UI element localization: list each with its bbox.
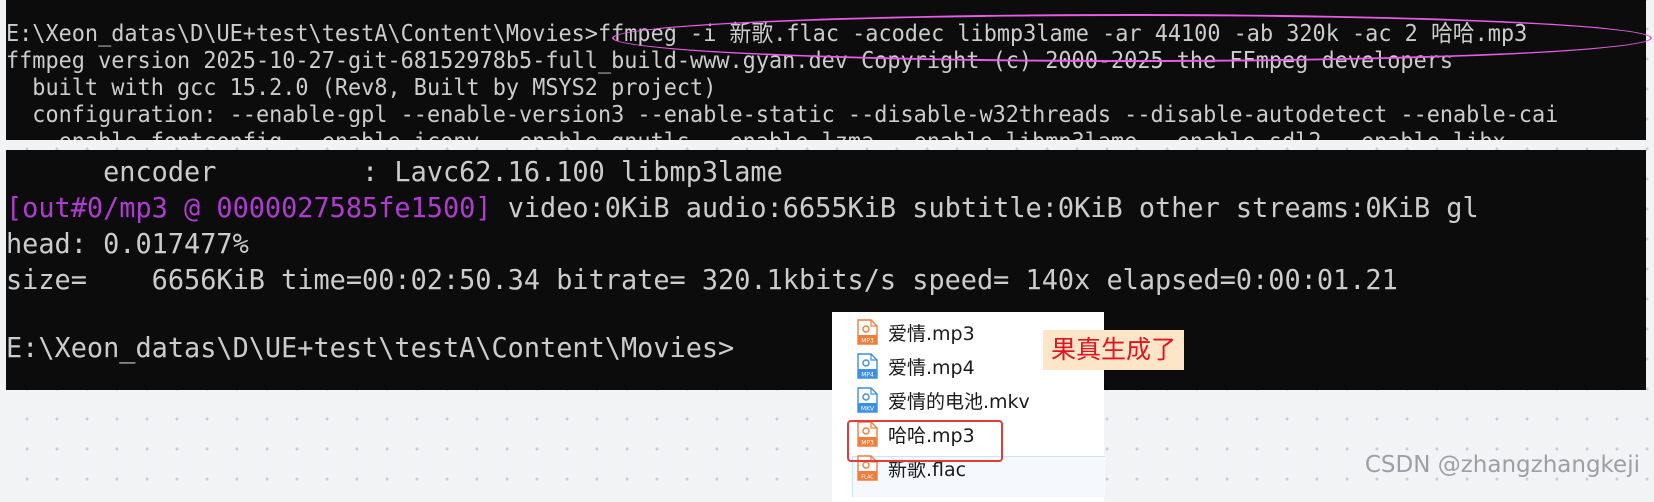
svg-text:MP3: MP3 xyxy=(861,440,874,447)
file-name: 爱情.mp3 xyxy=(888,322,975,345)
mp4-file-icon: MP4 xyxy=(856,353,878,379)
file-name: 爱情的电池.mkv xyxy=(888,390,1030,413)
configuration-line: configuration: --enable-gpl --enable-ver… xyxy=(6,102,1559,128)
version-line: ffmpeg version 2025-10-27-git-68152978b5… xyxy=(6,48,1454,74)
mp3-file-icon: MP3 xyxy=(856,421,878,447)
file-name: 哈哈.mp3 xyxy=(888,424,975,447)
output-tag: [out#0/mp3 @ 0000027585fe1500] xyxy=(6,191,492,224)
terminal-window-bottom: encoder : Lavc62.16.100 libmp3lame [out#… xyxy=(6,150,1646,390)
svg-text:MP3: MP3 xyxy=(861,338,874,345)
mkv-file-icon: MKV xyxy=(856,387,878,413)
svg-text:MKV: MKV xyxy=(861,406,875,413)
cutoff-line: --enable-fontconfig --enable-iconv --ena… xyxy=(6,128,1505,140)
size-line: size= 6656KiB time=00:02:50.34 bitrate= … xyxy=(6,263,1398,296)
command-line: E:\Xeon_datas\D\UE+test\testA\Content\Mo… xyxy=(6,21,1528,47)
watermark: CSDN @zhangzhangkeji xyxy=(1364,452,1640,478)
encoder-line: encoder : Lavc62.16.100 libmp3lame xyxy=(6,155,783,188)
file-item[interactable]: MKV 爱情的电池.mkv xyxy=(856,384,1116,416)
annotation-label: 果真生成了 xyxy=(1043,330,1185,370)
prompt-line[interactable]: E:\Xeon_datas\D\UE+test\testA\Content\Mo… xyxy=(6,330,734,366)
flac-file-icon: FLAC xyxy=(856,455,878,481)
mp3-file-icon: MP3 xyxy=(856,319,878,345)
file-item[interactable]: FLAC 新歌.flac xyxy=(856,452,1116,484)
terminal-window-top: E:\Xeon_datas\D\UE+test\testA\Content\Mo… xyxy=(6,0,1646,140)
file-item[interactable]: MP3 哈哈.mp3 xyxy=(856,418,1116,450)
file-name: 爱情.mp4 xyxy=(888,356,975,379)
svg-text:MP4: MP4 xyxy=(861,372,874,379)
svg-text:FLAC: FLAC xyxy=(861,475,874,481)
overhead-line: head: 0.017477% xyxy=(6,227,249,260)
output-stats-text: video:0KiB audio:6655KiB subtitle:0KiB o… xyxy=(491,191,1479,224)
file-name: 新歌.flac xyxy=(888,458,967,481)
output-stats-line: [out#0/mp3 @ 0000027585fe1500] video:0Ki… xyxy=(6,190,1479,226)
build-line: built with gcc 15.2.0 (Rev8, Built by MS… xyxy=(6,75,717,101)
